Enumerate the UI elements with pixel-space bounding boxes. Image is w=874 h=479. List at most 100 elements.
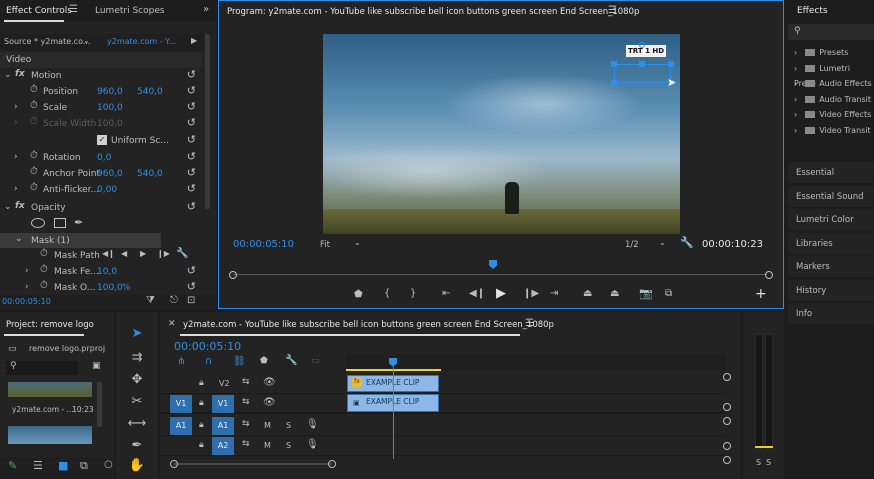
mute-button[interactable]: M [264, 441, 271, 450]
add-button-icon[interactable]: + [755, 286, 767, 302]
effects-search[interactable]: ⚲ [788, 24, 874, 40]
timeline-timecode[interactable]: 00:00:05:10 [174, 340, 241, 353]
clear-icon[interactable]: ⊡ [187, 295, 195, 306]
project-scrollbar[interactable] [97, 382, 102, 427]
effects-title[interactable]: Effects [797, 6, 828, 16]
comparison-view-icon[interactable]: ⧉ [665, 288, 672, 299]
mask-feather-value[interactable]: 10,0 [97, 267, 117, 277]
effects-folder-item[interactable]: › Audio Effects [794, 76, 872, 91]
program-monitor-title[interactable]: Program: y2mate.com - YouTube like subsc… [227, 7, 639, 17]
project-search[interactable]: ⚲ [6, 361, 78, 375]
chevron-down-icon[interactable]: ⌄ [83, 36, 90, 45]
stopwatch-icon[interactable]: ⏱ [40, 280, 48, 291]
sync-lock-icon[interactable]: ⇆ [242, 439, 250, 449]
side-panel-item[interactable]: Essential Graphics [788, 162, 874, 200]
timeline-hscroll[interactable] [174, 463, 332, 465]
mask-handle[interactable] [611, 61, 617, 67]
stopwatch-icon[interactable]: ⏱ [30, 100, 38, 111]
source-a1-toggle[interactable]: A1 [170, 417, 192, 435]
position-y-value[interactable]: 540,0 [137, 87, 163, 97]
reset-icon[interactable]: ↺ [187, 166, 196, 179]
reset-icon[interactable]: ↺ [187, 150, 196, 163]
mask-1-row[interactable]: ⌄ Mask (1) [0, 233, 161, 248]
anchor-y-value[interactable]: 540,0 [137, 169, 163, 179]
razor-tool-icon[interactable]: ✂ [127, 394, 147, 409]
new-bin-icon[interactable]: ▣ [92, 361, 101, 371]
project-title[interactable]: Project: remove logo [6, 320, 94, 330]
reset-icon[interactable]: ↺ [187, 84, 196, 97]
track-backward-icon[interactable]: ◀❙ [102, 249, 115, 258]
vscroll-cap[interactable] [723, 403, 731, 411]
expand-chevron-icon[interactable]: › [794, 64, 797, 73]
mask-opacity-value[interactable]: 100,0 [97, 283, 123, 293]
eye-icon[interactable]: 👁︎ [263, 377, 276, 388]
fit-dropdown[interactable]: Fit [320, 240, 330, 250]
sync-lock-icon[interactable]: ⇆ [242, 419, 250, 429]
effect-controls-timecode[interactable]: 00:00:05:10 [2, 297, 51, 306]
mask-handle[interactable] [639, 61, 645, 67]
selection-tool-icon[interactable]: ➤ [127, 326, 147, 341]
step-backward-icon[interactable]: ◀ [121, 249, 127, 258]
expand-chevron-icon[interactable]: › [25, 282, 29, 292]
mute-button[interactable]: M [264, 421, 271, 430]
magnet-icon[interactable]: ∩ [205, 356, 212, 367]
uniform-scale-checkbox[interactable]: ✓ [97, 135, 107, 145]
list-view-icon[interactable]: ☰ [33, 459, 43, 472]
expand-chevron-icon[interactable]: › [14, 102, 18, 112]
freeform-view-icon[interactable]: ⧉ [80, 459, 88, 473]
vscroll-cap[interactable] [723, 456, 731, 464]
panel-overflow-icon[interactable]: » [203, 4, 209, 15]
sync-lock-icon[interactable]: ⇆ [242, 397, 250, 407]
reset-icon[interactable]: ↺ [187, 182, 196, 195]
solo-button[interactable]: S [286, 441, 291, 450]
timeline-menu-icon[interactable]: ☰ [525, 318, 534, 329]
reset-icon[interactable]: ↺ [187, 280, 196, 293]
pencil-icon[interactable]: ✎ [8, 459, 17, 472]
lock-icon[interactable]: 🔒︎ [199, 378, 204, 388]
wrench-icon[interactable]: 🔧 [680, 236, 694, 249]
effect-controls-scrollbar[interactable] [205, 34, 210, 209]
solo-button[interactable]: S [286, 421, 291, 430]
lock-icon[interactable]: 🔒︎ [199, 420, 204, 430]
stopwatch-icon[interactable]: ⏱ [30, 84, 38, 95]
sequence-clip-label[interactable]: y2mate.com - Y... [107, 37, 176, 46]
collapse-chevron-icon[interactable]: ⌄ [4, 70, 12, 80]
ellipse-mask-icon[interactable] [31, 218, 45, 228]
source-label[interactable]: Source * y2mate.co... [4, 37, 90, 46]
program-current-time[interactable]: 00:00:05:10 [233, 239, 294, 250]
clip-thumbnail[interactable] [8, 426, 92, 444]
antiflicker-value[interactable]: 0,00 [97, 185, 117, 195]
go-to-in-icon[interactable]: ⇤ [442, 288, 450, 299]
wrench-icon[interactable]: 🔧 [285, 355, 297, 366]
expand-chevron-icon[interactable]: › [794, 79, 797, 88]
stopwatch-icon[interactable]: ⏱ [40, 264, 48, 275]
lock-icon[interactable]: 🔒︎ [199, 440, 204, 450]
effects-folder-item[interactable]: › Presets [794, 45, 848, 60]
side-panel-item[interactable]: Essential Sound [788, 185, 874, 208]
side-panel-item[interactable]: History [788, 279, 874, 302]
camera-icon[interactable]: 📷 [639, 287, 653, 300]
expand-chevron-icon[interactable]: › [14, 152, 18, 162]
solo-right-button[interactable]: S [766, 458, 771, 467]
track-v2-label[interactable]: V2 [219, 379, 230, 388]
stopwatch-icon[interactable]: ⏱ [30, 182, 38, 193]
side-panel-item[interactable]: Lumetri Color [788, 209, 874, 231]
track-v1-label[interactable]: V1 [212, 395, 234, 413]
slip-tool-icon[interactable]: ⟷ [127, 416, 147, 431]
zoom-slider-icon[interactable]: ○ [104, 459, 113, 470]
program-scrubber-bar[interactable] [233, 274, 767, 275]
pen-tool-icon[interactable]: ✒ [127, 438, 147, 453]
eye-icon[interactable]: 👁︎ [263, 397, 276, 408]
expand-chevron-icon[interactable]: › [794, 95, 797, 104]
filter-icon[interactable]: ⧩ [146, 295, 155, 306]
play-only-icon[interactable]: ▶ [191, 36, 197, 45]
rectangle-mask-icon[interactable] [54, 218, 66, 228]
mark-out-icon[interactable]: } [410, 288, 416, 299]
mask-handle[interactable] [611, 80, 617, 86]
tab-menu-icon[interactable]: ☰ [69, 4, 78, 15]
ripple-edit-tool-icon[interactable]: ✥ [127, 372, 147, 387]
stopwatch-icon[interactable]: ⏱ [40, 248, 48, 259]
reset-icon[interactable]: ↺ [187, 264, 196, 277]
reset-icon[interactable]: ↺ [187, 133, 196, 146]
anchor-x-value[interactable]: 960,0 [97, 169, 123, 179]
